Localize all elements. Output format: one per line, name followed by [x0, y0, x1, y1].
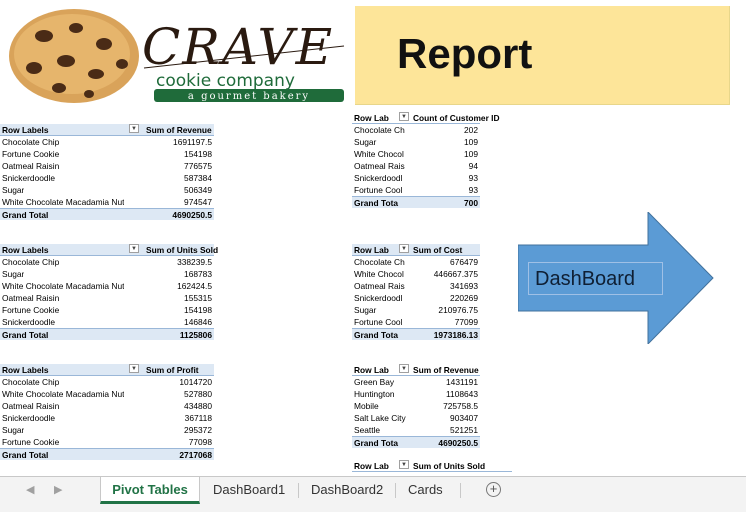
row-labels-header: Row Lab — [354, 365, 389, 375]
value-header: Sum of Revenue — [146, 125, 212, 135]
scroll-right-icon[interactable]: ▶ — [54, 483, 62, 496]
table-row: Salt Lake City 903407 — [354, 413, 478, 423]
dropdown-filter-icon[interactable]: ▼ — [399, 112, 409, 121]
row-labels-header: Row Labels — [2, 245, 49, 255]
row-labels-header: Row Labels — [2, 365, 49, 375]
logo-brand-text: CRAVE — [142, 18, 334, 76]
table-row: White Chocolate Macadamia Nut 162424.5 — [2, 281, 212, 291]
pivot-profit-by-product[interactable]: Row Labels ▼ Sum of Profit Chocolate Chi… — [0, 364, 214, 460]
tab-separator — [395, 483, 396, 498]
value-header: Sum of Revenue — [413, 365, 479, 375]
table-row: Sugar 506349 — [2, 185, 212, 195]
row-labels-header: Row Lab — [354, 461, 389, 471]
pivot-header: Row Lab ▼ Sum of Cost — [352, 244, 480, 256]
table-row: Fortune Cool 93 — [354, 185, 478, 195]
worksheet[interactable]: CRAVE cookie company a gourmet bakery Re… — [0, 0, 746, 476]
grand-total-row: Grand Tota 1973186.13 — [352, 328, 480, 340]
pivot-header: Row Lab ▼ Sum of Revenue — [352, 364, 480, 376]
table-row: Chocolate Chip 338239.5 — [2, 257, 212, 267]
row-labels-header: Row Labels — [2, 125, 49, 135]
pivot-header: Row Lab ▼ Count of Customer ID — [352, 112, 500, 124]
grand-total-row: Grand Total 1125806 — [0, 328, 214, 340]
tab-separator — [460, 483, 461, 498]
table-row: Seattle 521251 — [354, 425, 478, 435]
grand-total-row: Grand Total 2717068 — [0, 448, 214, 460]
logo-line2-text: cookie company — [156, 71, 295, 91]
sheet-tab-bar: ◀ ▶ Pivot Tables DashBoard1 DashBoard2 C… — [0, 476, 746, 512]
scroll-left-icon[interactable]: ◀ — [26, 483, 34, 496]
table-row: White Chocol 446667.375 — [354, 269, 478, 279]
pivot-header: Row Lab ▼ Sum of Units Sold — [352, 460, 512, 472]
dashboard-link-label: DashBoard — [535, 268, 636, 290]
table-row: Fortune Cookie 154198 — [2, 305, 212, 315]
report-title-box[interactable]: Report — [355, 6, 730, 105]
table-row: Oatmeal Raisin 155315 — [2, 293, 212, 303]
table-row: Chocolate Ch 202 — [354, 125, 478, 135]
table-row: Huntington 1108643 — [354, 389, 478, 399]
pivot-header: Row Labels ▼ Sum of Units Sold — [0, 244, 218, 256]
table-row: Fortune Cookie 77098 — [2, 437, 212, 447]
dropdown-filter-icon[interactable]: ▼ — [129, 244, 139, 253]
value-header: Sum of Cost — [413, 245, 463, 255]
table-row: Snickerdoodle 146846 — [2, 317, 212, 327]
pivot-customers-by-product[interactable]: Row Lab ▼ Count of Customer ID Chocolate… — [352, 112, 500, 208]
table-row: White Chocol 109 — [354, 149, 478, 159]
pivot-units-by-product[interactable]: Row Labels ▼ Sum of Units Sold Chocolate… — [0, 244, 218, 340]
table-row: White Chocolate Macadamia Nut 974547 — [2, 197, 212, 207]
tab-pivot-tables[interactable]: Pivot Tables — [100, 477, 200, 504]
table-row: Snickerdoodl 220269 — [354, 293, 478, 303]
tab-cards[interactable]: Cards — [398, 477, 452, 504]
grand-total-row: Grand Tota 4690250.5 — [352, 436, 480, 448]
pivot-cost-by-product[interactable]: Row Lab ▼ Sum of Cost Chocolate Ch 676479… — [352, 244, 480, 340]
table-row: Fortune Cool 77099 — [354, 317, 478, 327]
dropdown-filter-icon[interactable]: ▼ — [129, 364, 139, 373]
dropdown-filter-icon[interactable]: ▼ — [399, 364, 409, 373]
crave-cookie-logo: CRAVE cookie company a gourmet bakery — [9, 9, 345, 103]
dashboard-link-label-box[interactable]: DashBoard — [528, 262, 663, 295]
dropdown-filter-icon[interactable]: ▼ — [399, 460, 409, 469]
table-row: White Chocolate Macadamia Nut 527880 — [2, 389, 212, 399]
tab-dashboard1[interactable]: DashBoard1 — [203, 477, 295, 504]
table-row: Oatmeal Rais 341693 — [354, 281, 478, 291]
grand-total-row: Grand Tota 700 — [352, 196, 480, 208]
table-row: Snickerdoodle 587384 — [2, 173, 212, 183]
table-row: Mobile 725758.5 — [354, 401, 478, 411]
value-header: Sum of Profit — [146, 365, 199, 375]
pivot-revenue-by-product[interactable]: Row Labels ▼ Sum of Revenue Chocolate Ch… — [0, 124, 214, 220]
table-row: Sugar 109 — [354, 137, 478, 147]
dropdown-filter-icon[interactable]: ▼ — [129, 124, 139, 133]
table-row: Sugar 168783 — [2, 269, 212, 279]
tab-separator — [298, 483, 299, 498]
table-row: Oatmeal Raisin 434880 — [2, 401, 212, 411]
table-row: Chocolate Chip 1014720 — [2, 377, 212, 387]
table-row: Green Bay 1431191 — [354, 377, 478, 387]
pivot-units-by-city[interactable]: Row Lab ▼ Sum of Units Sold — [352, 460, 512, 472]
table-row: Chocolate Ch 676479 — [354, 257, 478, 267]
value-header: Sum of Units Sold — [413, 461, 486, 471]
table-row: Chocolate Chip 1691197.5 — [2, 137, 212, 147]
table-row: Oatmeal Rais 94 — [354, 161, 478, 171]
row-labels-header: Row Lab — [354, 245, 389, 255]
value-header: Sum of Units Sold — [146, 245, 219, 255]
pivot-header: Row Labels ▼ Sum of Profit — [0, 364, 214, 376]
add-sheet-icon[interactable]: + — [486, 482, 501, 497]
value-header: Count of Customer ID — [413, 113, 500, 123]
table-row: Sugar 210976.75 — [354, 305, 478, 315]
pivot-revenue-by-city[interactable]: Row Lab ▼ Sum of Revenue Green Bay 143119… — [352, 364, 480, 448]
tab-dashboard2[interactable]: DashBoard2 — [301, 477, 393, 504]
table-row: Fortune Cookie 154198 — [2, 149, 212, 159]
table-row: Snickerdoodle 367118 — [2, 413, 212, 423]
pivot-header: Row Labels ▼ Sum of Revenue — [0, 124, 214, 136]
table-row: Snickerdoodl 93 — [354, 173, 478, 183]
row-labels-header: Row Lab — [354, 113, 389, 123]
report-title: Report — [397, 30, 533, 77]
table-row: Oatmeal Raisin 776575 — [2, 161, 212, 171]
dropdown-filter-icon[interactable]: ▼ — [399, 244, 409, 253]
table-row: Sugar 295372 — [2, 425, 212, 435]
logo-tagline-text: a gourmet bakery — [188, 91, 310, 102]
grand-total-row: Grand Total 4690250.5 — [0, 208, 214, 220]
